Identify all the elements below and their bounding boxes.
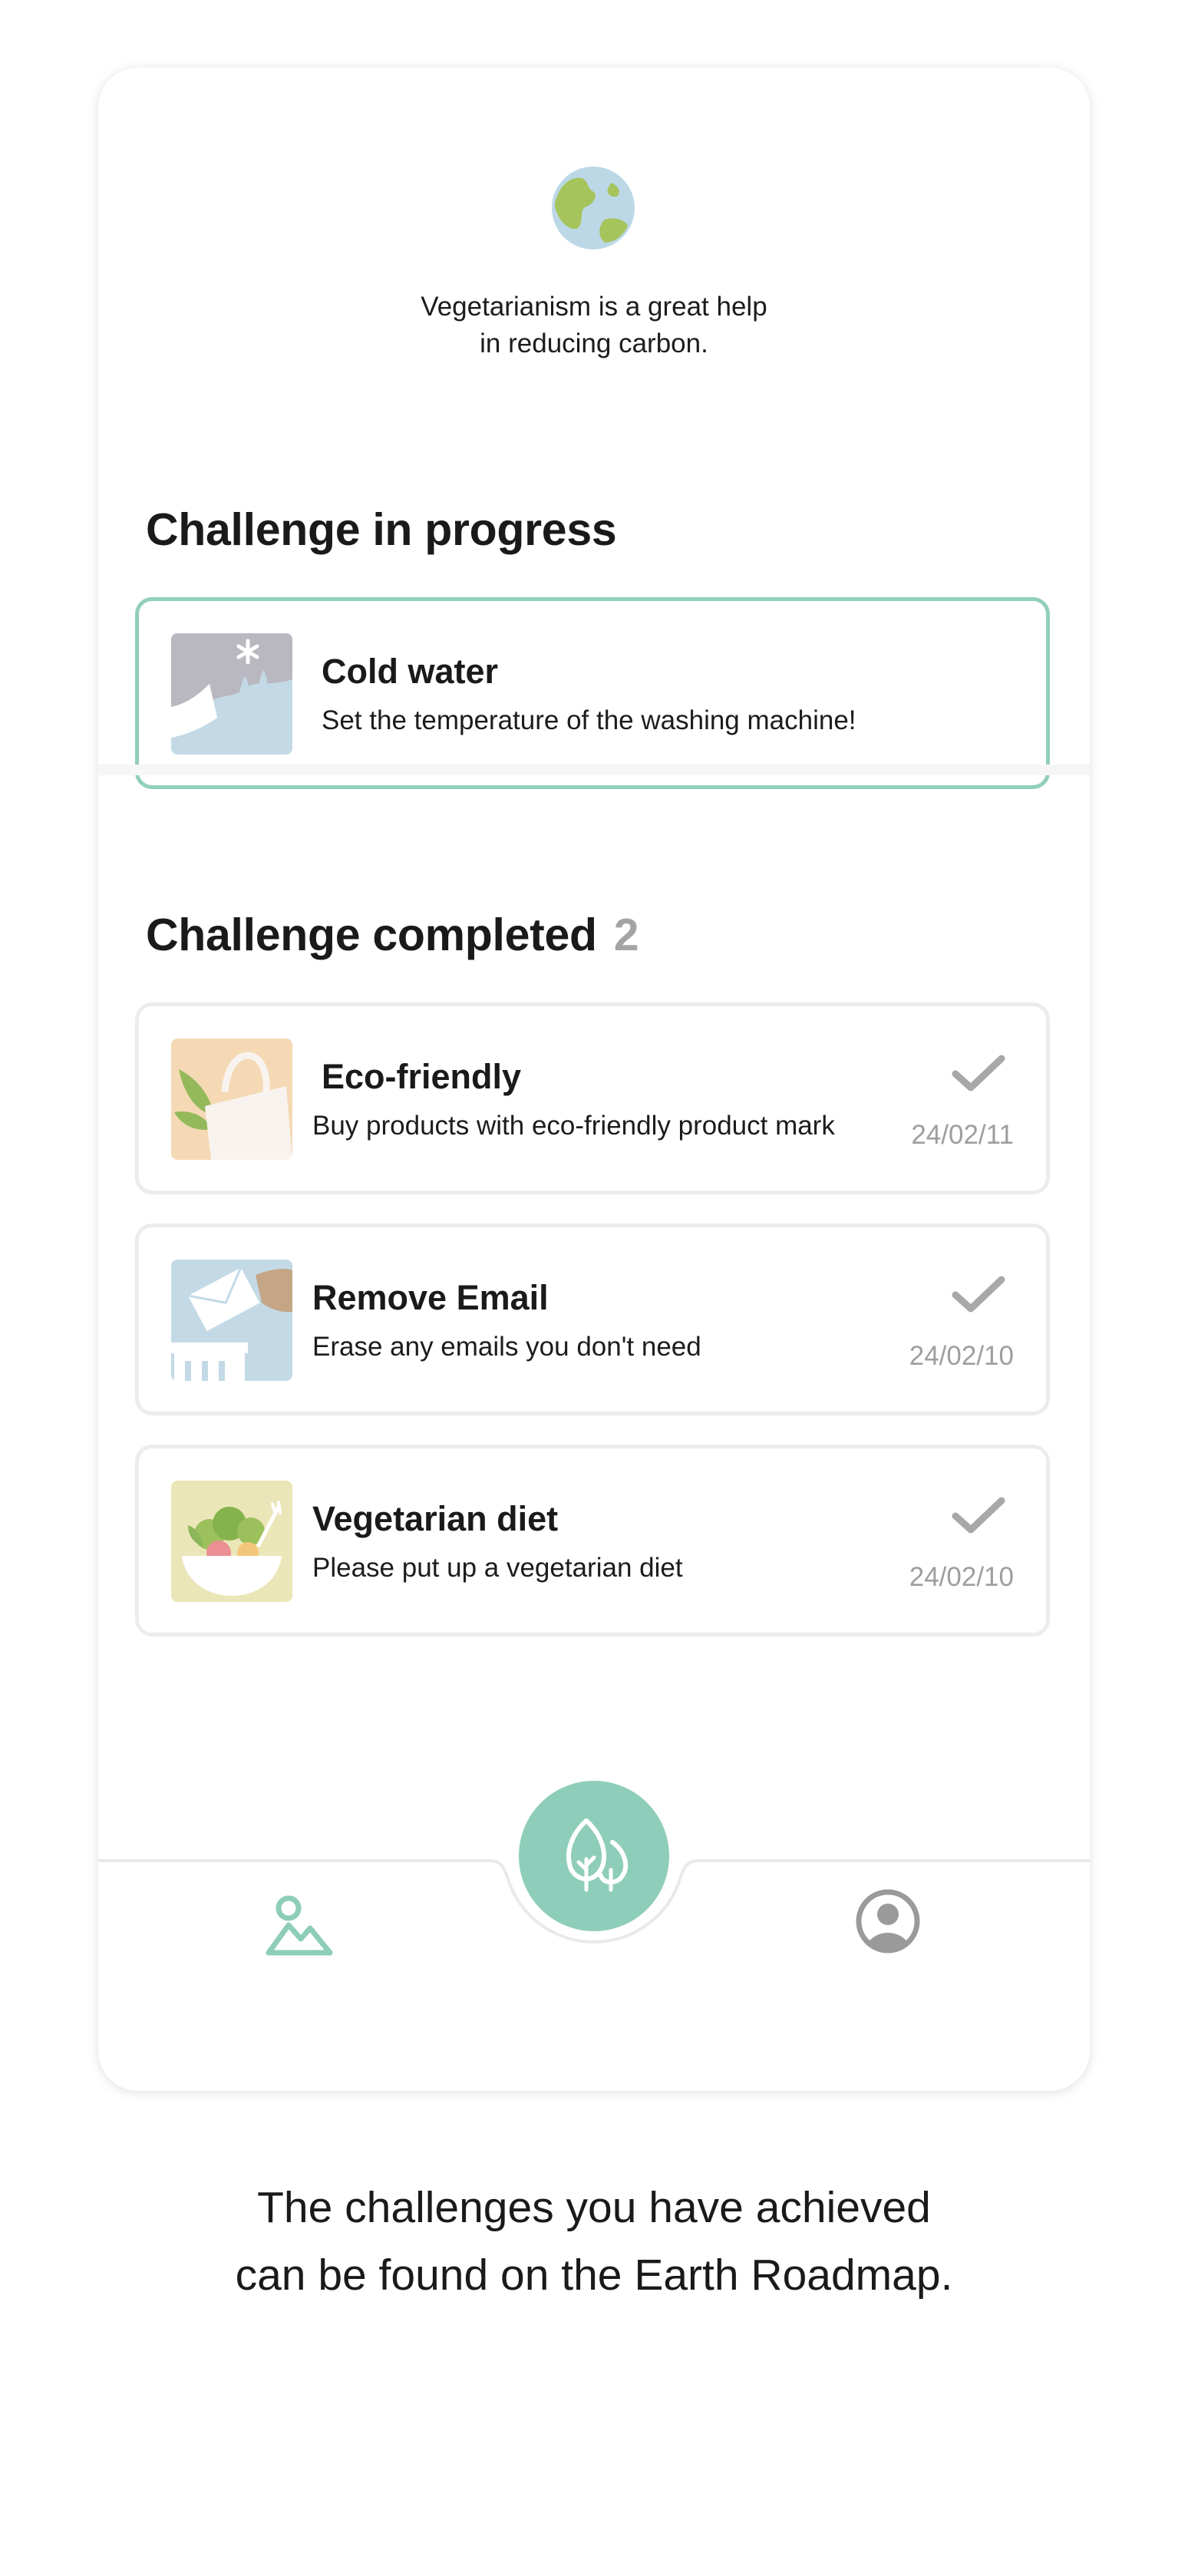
completed-date: 24/02/10 xyxy=(909,1341,1014,1371)
check-icon xyxy=(952,1055,1005,1091)
center-fab-button[interactable] xyxy=(519,1781,669,1931)
card-description: Buy products with eco-friendly product m… xyxy=(312,1111,835,1141)
header-message-line1: Vegetarianism is a great help xyxy=(421,292,767,322)
card-description: Erase any emails you don't need xyxy=(312,1332,701,1362)
footer-line2: can be found on the Earth Roadmap. xyxy=(235,2251,953,2300)
completed-date: 24/02/11 xyxy=(911,1120,1014,1150)
completed-date: 24/02/10 xyxy=(909,1562,1014,1592)
header-message-line2: in reducing carbon. xyxy=(480,329,708,358)
check-icon xyxy=(952,1497,1005,1534)
salad-bowl-icon xyxy=(171,1481,292,1602)
header-message: Vegetarianism is a great help in reducin… xyxy=(98,289,1090,362)
email-trash-icon xyxy=(171,1260,292,1381)
washing-machine-icon xyxy=(171,633,292,755)
completed-count: 2 xyxy=(613,910,639,960)
card-title: Remove Email xyxy=(312,1278,549,1317)
vegetarian-diet-thumbnail xyxy=(171,1481,292,1602)
trees-icon xyxy=(566,1818,629,1892)
profile-icon[interactable] xyxy=(855,1888,921,1954)
phone-screen: Vegetarianism is a great help in reducin… xyxy=(98,68,1090,2091)
check-icon xyxy=(952,1276,1005,1313)
footer-caption: The challenges you have achieved can be … xyxy=(0,2174,1188,2309)
card-description: Please put up a vegetarian diet xyxy=(312,1553,683,1583)
page: Vegetarianism is a great help in reducin… xyxy=(0,0,1188,2576)
shopping-bag-icon xyxy=(171,1039,292,1160)
eco-friendly-thumbnail xyxy=(171,1039,292,1160)
globe-icon xyxy=(552,167,635,249)
section-divider xyxy=(98,765,1090,775)
completed-card-remove-email[interactable]: Remove Email Erase any emails you don't … xyxy=(135,1224,1050,1415)
completed-card-eco-friendly[interactable]: Eco-friendly Buy products with eco-frien… xyxy=(135,1002,1050,1194)
remove-email-thumbnail xyxy=(171,1260,292,1381)
card-title: Cold water xyxy=(322,652,499,691)
roadmap-icon[interactable] xyxy=(264,1894,335,1957)
cold-water-thumbnail xyxy=(171,633,292,755)
in-progress-title: Challenge in progress xyxy=(146,504,617,555)
in-progress-card[interactable]: Cold water Set the temperature of the wa… xyxy=(135,597,1050,789)
card-title: Vegetarian diet xyxy=(312,1499,559,1538)
footer-line1: The challenges you have achieved xyxy=(257,2183,931,2232)
card-description: Set the temperature of the washing machi… xyxy=(322,705,856,735)
completed-title-text: Challenge completed xyxy=(146,910,597,960)
card-title: Eco-friendly xyxy=(322,1057,522,1096)
completed-title: Challenge completed 2 xyxy=(146,909,639,961)
completed-card-vegetarian-diet[interactable]: Vegetarian diet Please put up a vegetari… xyxy=(135,1445,1050,1636)
